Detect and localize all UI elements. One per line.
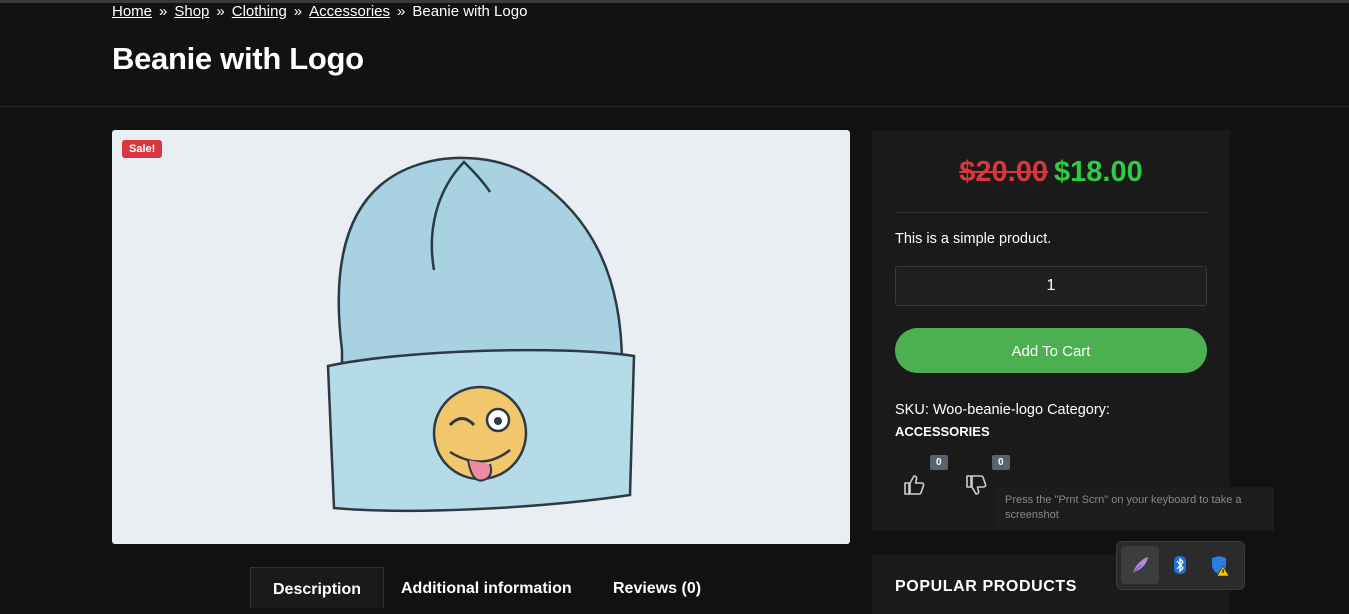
product-image[interactable]: Sale! (112, 130, 850, 544)
original-price: $20.00 (959, 156, 1048, 188)
breadcrumb-separator: » (216, 3, 225, 20)
bluetooth-icon (1174, 556, 1186, 574)
breadcrumb-home-link[interactable]: Home (112, 3, 152, 20)
product-meta: SKU: Woo-beanie-logo Category: ACCESSORI… (895, 399, 1215, 443)
breadcrumb-separator: » (397, 3, 406, 20)
divider (895, 212, 1207, 213)
page-title: Beanie with Logo (112, 41, 364, 76)
page-header: Home » Shop » Clothing » Accessories » Beanie wi… (0, 3, 1349, 107)
sale-price: $18.00 (1054, 156, 1143, 188)
breadcrumb-clothing-link[interactable]: Clothing (232, 3, 287, 20)
breadcrumb-current: Beanie with Logo (412, 3, 528, 20)
security-tray-button[interactable] (1201, 546, 1239, 584)
short-description: This is a simple product. (895, 231, 1052, 247)
beanie-illustration (326, 156, 636, 513)
breadcrumb-accessories-link[interactable]: Accessories (309, 3, 390, 20)
pen-icon (1132, 557, 1148, 574)
quantity-input[interactable]: 1 (895, 266, 1207, 306)
screenshot-tooltip: Press the "Prnt Scrn" on your keyboard t… (996, 487, 1274, 531)
tab-additional-information[interactable]: Additional information (401, 567, 572, 607)
like-count: 0 (930, 455, 948, 470)
bluetooth-tray-button[interactable] (1161, 546, 1199, 584)
breadcrumb-separator: » (293, 3, 303, 20)
price: $20.00 $18.00 (872, 156, 1230, 189)
thumbs-up-icon (904, 475, 925, 495)
system-tray-flyout (1116, 541, 1245, 590)
breadcrumb-shop-link[interactable]: Shop (174, 3, 209, 20)
category-link[interactable]: ACCESSORIES (895, 421, 1215, 443)
add-to-cart-button[interactable]: Add To Cart (895, 328, 1207, 373)
breadcrumb-separator: » (159, 3, 168, 20)
tab-description[interactable]: Description (250, 567, 385, 608)
thumbs-down-icon (966, 475, 987, 495)
security-warning-icon (1212, 556, 1230, 577)
sale-badge: Sale! (122, 140, 163, 158)
popular-products-title: POPULAR PRODUCTS (895, 578, 1078, 595)
pen-tray-button[interactable] (1121, 546, 1159, 584)
dislike-count: 0 (992, 455, 1010, 470)
sku-label: SKU: Woo-beanie-logo Category: (895, 402, 1110, 418)
product-summary: $20.00 $18.00 This is a simple product. 1… (872, 130, 1230, 531)
tab-reviews[interactable]: Reviews (0) (613, 567, 701, 607)
breadcrumb: Home » Shop » Clothing » Accessories » Beanie wi… (112, 3, 527, 20)
